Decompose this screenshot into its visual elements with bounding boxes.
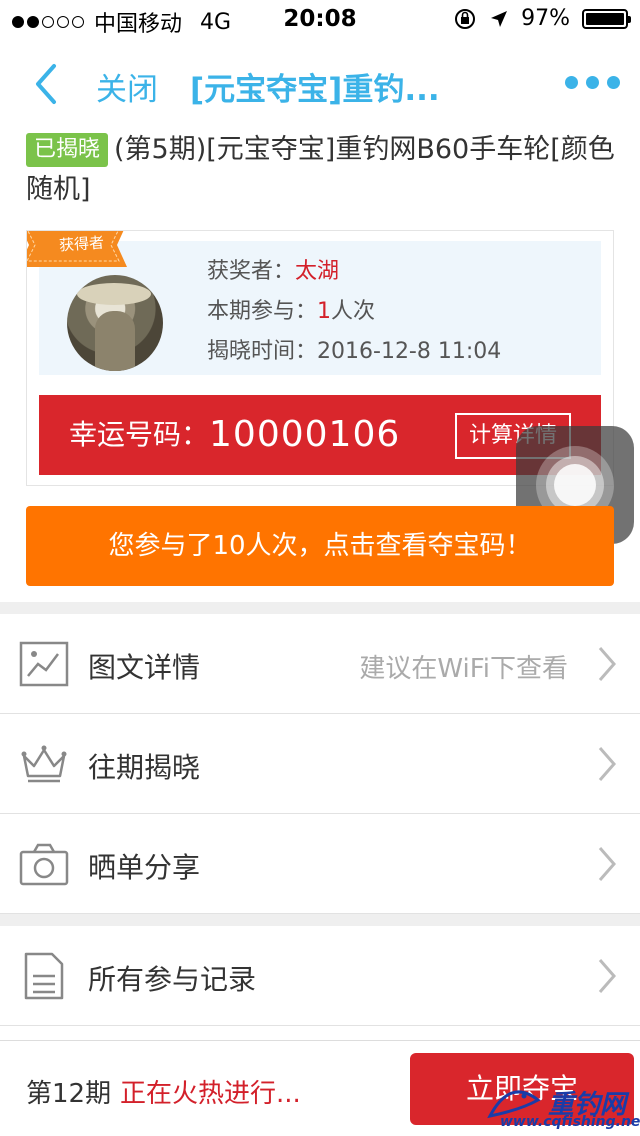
details-label: 图文详情 xyxy=(88,651,201,684)
document-icon xyxy=(24,952,64,1000)
lucky-number-label: 幸运号码： xyxy=(69,418,210,451)
view-my-codes-button[interactable]: 您参与了10人次，点击查看夺宝码！ xyxy=(26,506,614,586)
section-divider xyxy=(0,602,640,614)
winner-avatar[interactable] xyxy=(67,275,163,371)
battery-icon xyxy=(582,8,631,29)
winner-label: 获奖者： xyxy=(207,259,296,284)
reveal-time-label: 揭晓时间： xyxy=(207,339,318,364)
battery-percent: 97% xyxy=(521,6,570,31)
share-label: 晒单分享 xyxy=(88,851,201,884)
chevron-right-icon xyxy=(598,647,616,681)
image-icon xyxy=(19,641,69,687)
chevron-right-icon xyxy=(598,959,616,993)
back-chevron-icon[interactable] xyxy=(30,62,62,106)
close-button[interactable]: 关闭 xyxy=(96,64,158,109)
lucky-number-value: 10000106 xyxy=(209,414,401,455)
more-options-icon[interactable] xyxy=(565,76,620,89)
list-item-details[interactable]: 图文详情 建议在WiFi下查看 xyxy=(0,614,640,714)
winner-row: 获奖者：太湖 xyxy=(207,253,339,285)
chevron-right-icon xyxy=(598,847,616,881)
participation-label: 本期参与： xyxy=(207,299,318,324)
list-item-history[interactable]: 往期揭晓 xyxy=(0,714,640,814)
winner-ribbon-label: 获得者 xyxy=(58,233,105,255)
records-label: 所有参与记录 xyxy=(88,963,257,996)
rotation-lock-icon xyxy=(455,8,476,29)
reveal-time-value: 2016-12-8 11:04 xyxy=(317,339,502,364)
winner-name[interactable]: 太湖 xyxy=(295,259,339,284)
location-arrow-icon xyxy=(491,10,508,27)
current-status[interactable]: 正在火热进行... xyxy=(120,1073,301,1110)
list-item-share[interactable]: 晒单分享 xyxy=(0,814,640,914)
camera-icon xyxy=(19,843,69,886)
nav-bar: 关闭 [元宝夺宝]重钓... xyxy=(0,44,640,124)
current-period: 第12期 xyxy=(26,1079,112,1109)
section-divider xyxy=(0,914,640,926)
product-title: 已揭晓 (第5期)[元宝夺宝]重钓网B60手车轮[颜色随机] xyxy=(26,130,620,210)
history-label: 往期揭晓 xyxy=(88,751,201,784)
participation-unit: 人次 xyxy=(331,299,376,324)
reveal-time-row: 揭晓时间：2016-12-8 11:04 xyxy=(207,333,501,365)
watermark-url: www.cqfishing.net xyxy=(500,1114,640,1130)
revealed-badge: 已揭晓 xyxy=(26,133,109,167)
crown-icon xyxy=(21,745,67,783)
list-item-records[interactable]: 所有参与记录 xyxy=(0,926,640,1026)
product-title-text: (第5期)[元宝夺宝]重钓网B60手车轮[颜色随机] xyxy=(26,134,615,205)
lucky-number: 幸运号码：10000106 xyxy=(69,413,400,455)
page-title: [元宝夺宝]重钓... xyxy=(190,72,440,108)
status-right: 97% xyxy=(453,6,631,31)
details-hint: 建议在WiFi下查看 xyxy=(359,654,568,684)
status-bar: 中国移动 4G 20:08 97% xyxy=(0,0,640,40)
chevron-right-icon xyxy=(598,747,616,781)
participation-row: 本期参与：1人次 xyxy=(207,293,375,325)
participation-count: 1 xyxy=(317,299,332,324)
